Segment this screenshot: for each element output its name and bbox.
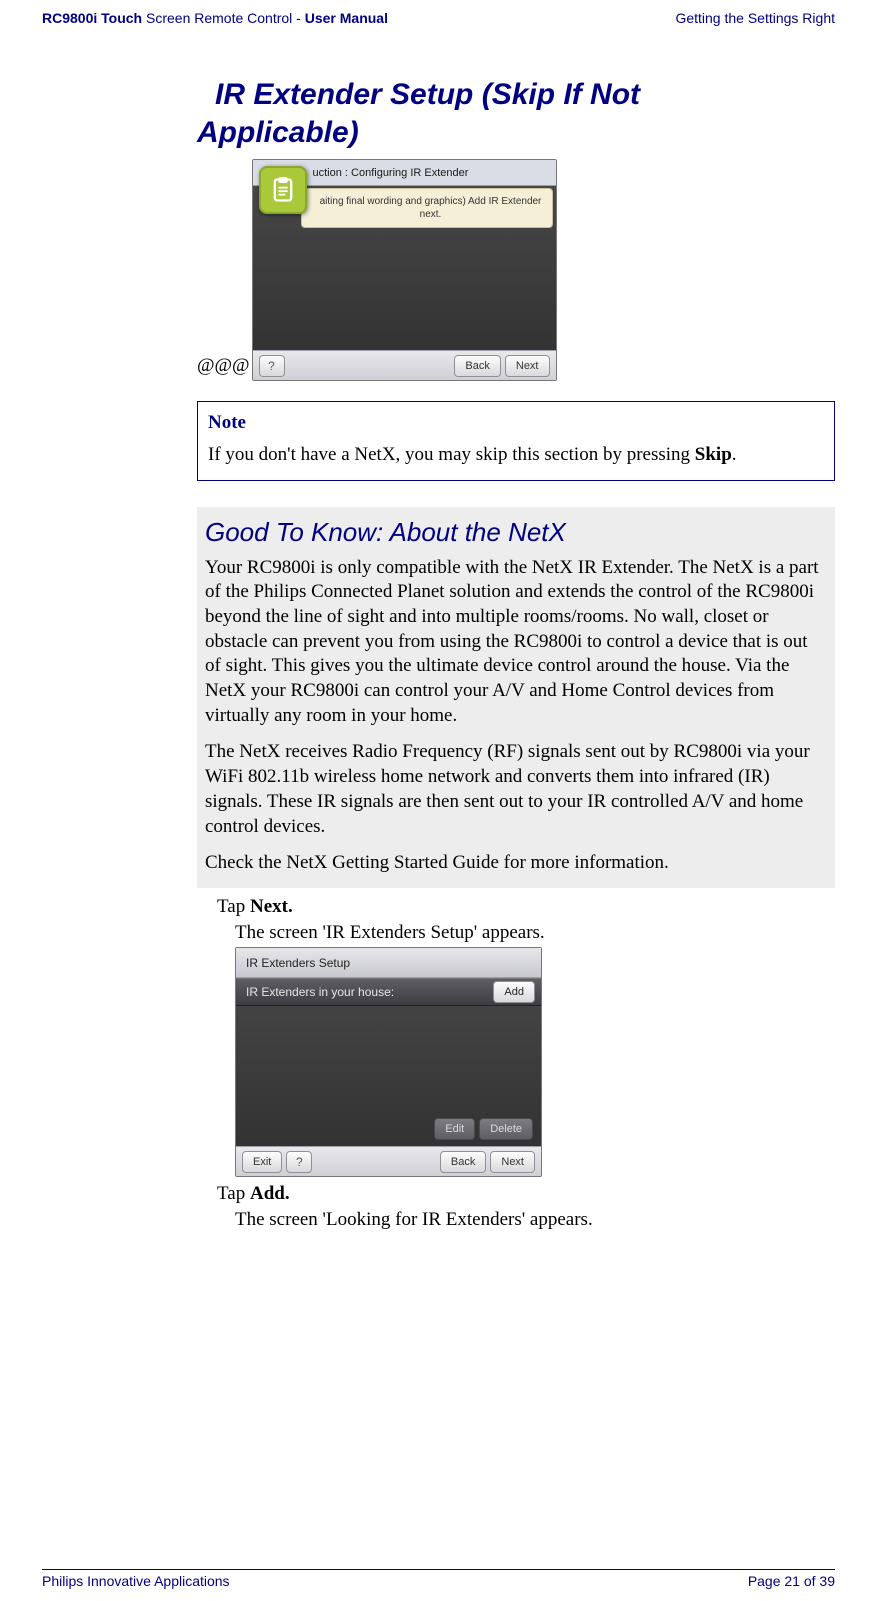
device2-left-buttons: Exit ? <box>242 1151 312 1173</box>
back-button[interactable]: Back <box>454 355 500 377</box>
note-clipboard-icon <box>259 166 307 214</box>
exit-button[interactable]: Exit <box>242 1151 282 1173</box>
step-2: Tap Add. <box>217 1181 835 1207</box>
note-box: Note If you don't have a NetX, you may s… <box>197 401 835 481</box>
figure-1-row: @@@ uction : Configuring IR Extender ait… <box>197 159 835 381</box>
good-to-know-box: Good To Know: About the NetX Your RC9800… <box>197 507 835 888</box>
steps: Tap Next. The screen 'IR Extenders Setup… <box>217 894 835 1233</box>
step1-pre: Tap <box>217 896 250 917</box>
back-button-2[interactable]: Back <box>440 1151 486 1173</box>
step-1-sub: The screen 'IR Extenders Setup' appears. <box>235 920 835 946</box>
gtk-paragraph-3: Check the NetX Getting Started Guide for… <box>205 851 825 876</box>
step-1: Tap Next. <box>217 894 835 920</box>
step2-bold: Add. <box>250 1183 290 1204</box>
device1-banner: aiting final wording and graphics) Add I… <box>301 188 553 228</box>
product-name: RC9800i Touch <box>42 10 142 26</box>
device1-right-buttons: Back Next <box>454 355 549 377</box>
add-button[interactable]: Add <box>493 981 535 1003</box>
note-heading: Note <box>208 412 824 434</box>
help-button-2[interactable]: ? <box>286 1151 312 1173</box>
device2-list-header: IR Extenders in your house: Add <box>236 978 541 1006</box>
next-button[interactable]: Next <box>505 355 550 377</box>
help-button[interactable]: ? <box>259 355 285 377</box>
step2-pre: Tap <box>217 1183 250 1204</box>
device2-title: IR Extenders Setup <box>236 948 541 978</box>
title-line-2: Applicable) <box>197 116 359 149</box>
page: RC9800i Touch Screen Remote Control - Us… <box>0 0 877 1601</box>
title-line-1: IR Extender Setup (Skip If Not <box>197 76 640 114</box>
device-screenshot-1: uction : Configuring IR Extender aiting … <box>252 159 557 381</box>
next-button-2[interactable]: Next <box>490 1151 535 1173</box>
note-post: . <box>732 444 737 465</box>
note-text: If you don't have a NetX, you may skip t… <box>208 442 824 468</box>
device2-right-buttons: Back Next <box>440 1151 535 1173</box>
header-left: RC9800i Touch Screen Remote Control - Us… <box>42 10 388 26</box>
header-right: Getting the Settings Right <box>675 10 835 26</box>
device2-footer: Exit ? Back Next <box>236 1146 541 1176</box>
gtk-heading: Good To Know: About the NetX <box>205 517 825 548</box>
delete-button[interactable]: Delete <box>479 1118 533 1140</box>
device2-mid-buttons: Edit Delete <box>434 1118 533 1140</box>
device1-title-text: uction : Configuring IR Extender <box>313 167 469 179</box>
content: IR Extender Setup (Skip If Not Applicabl… <box>197 26 835 1232</box>
placeholder-marker: @@@ <box>197 355 250 377</box>
section-title: IR Extender Setup (Skip If Not Applicabl… <box>197 76 835 151</box>
footer-left: Philips Innovative Applications <box>42 1573 230 1589</box>
clipboard-glyph <box>269 176 297 204</box>
step-2-sub: The screen 'Looking for IR Extenders' ap… <box>235 1207 835 1233</box>
footer-right: Page 21 of 39 <box>748 1573 835 1589</box>
gtk-paragraph-2: The NetX receives Radio Frequency (RF) s… <box>205 740 825 839</box>
device1-footer: ? Back Next <box>253 350 556 380</box>
device2-list-label: IR Extenders in your house: <box>246 985 394 999</box>
page-header: RC9800i Touch Screen Remote Control - Us… <box>42 0 835 26</box>
edit-button[interactable]: Edit <box>434 1118 475 1140</box>
device-screenshot-2: IR Extenders Setup IR Extenders in your … <box>235 947 542 1177</box>
doc-name: User Manual <box>305 10 388 26</box>
header-tail: Screen Remote Control - <box>142 10 305 26</box>
step1-bold: Next. <box>250 896 293 917</box>
page-footer: Philips Innovative Applications Page 21 … <box>42 1569 835 1589</box>
note-pre: If you don't have a NetX, you may skip t… <box>208 444 695 465</box>
note-bold: Skip <box>695 444 732 465</box>
gtk-paragraph-1: Your RC9800i is only compatible with the… <box>205 556 825 729</box>
